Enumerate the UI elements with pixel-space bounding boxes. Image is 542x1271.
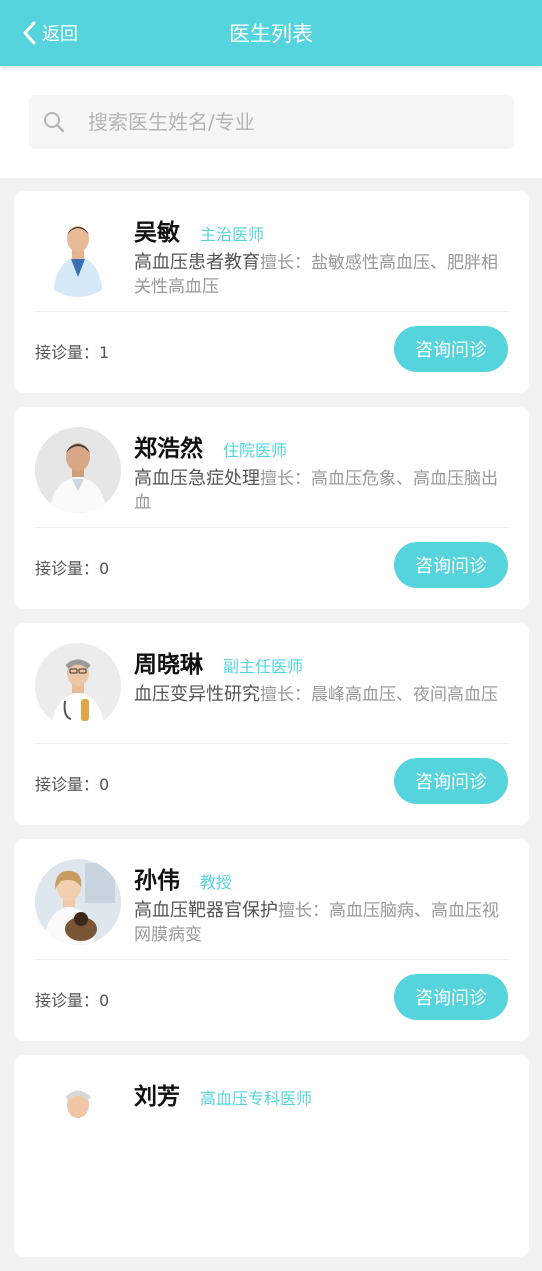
doctor-name-row: 吴敏 主治医师 — [134, 213, 264, 247]
divider — [35, 527, 509, 528]
header-bar: 返回 医生列表 — [0, 0, 542, 66]
consult-count: 接诊量：0 — [35, 559, 110, 578]
doctor-specialty: 血压变异性研究 — [134, 684, 260, 705]
avatar — [35, 211, 121, 297]
divider — [35, 959, 509, 960]
avatar — [35, 1075, 121, 1161]
avatar — [35, 427, 121, 513]
doctor-specialty: 高血压患者教育 — [134, 252, 260, 273]
doctor-description: 高血压患者教育擅长：盐敏感性高血压、肥胖相关性高血压 — [134, 251, 512, 299]
doctor-photo-icon — [35, 643, 121, 729]
search-input[interactable] — [86, 109, 490, 135]
doctor-card[interactable]: 吴敏 主治医师 高血压患者教育擅长：盐敏感性高血压、肥胖相关性高血压 接诊量：1 … — [14, 191, 529, 393]
doctor-description: 血压变异性研究擅长：晨峰高血压、夜间高血压 — [134, 683, 512, 707]
doctor-rank: 住院医师 — [223, 441, 288, 460]
search-icon — [44, 112, 65, 133]
consult-count: 接诊量：1 — [35, 343, 110, 362]
doctor-rank: 副主任医师 — [223, 657, 304, 676]
doctor-photo-icon — [35, 211, 121, 297]
consult-button[interactable]: 咨询问诊 — [394, 974, 508, 1020]
consult-count: 接诊量：0 — [35, 991, 110, 1010]
doctor-specialty: 高血压急症处理 — [134, 468, 260, 489]
doctor-name-row: 孙伟 教授 — [134, 861, 232, 895]
consult-count: 接诊量：0 — [35, 775, 110, 794]
doctor-description: 高血压急症处理擅长：高血压危象、高血压脑出血 — [134, 467, 512, 515]
doctor-description: 高血压靶器官保护擅长：高血压脑病、高血压视网膜病变 — [134, 899, 512, 947]
doctor-card[interactable]: 郑浩然 住院医师 高血压急症处理擅长：高血压危象、高血压脑出血 接诊量：0 咨询问… — [14, 407, 529, 609]
divider — [35, 311, 509, 312]
doctor-photo-icon — [35, 1075, 121, 1161]
doctor-name-row: 刘芳 高血压专科医师 — [134, 1077, 312, 1111]
doctor-name-row: 周晓琳 副主任医师 — [134, 645, 303, 679]
doctor-rank: 高血压专科医师 — [200, 1089, 313, 1108]
doctor-photo-icon — [35, 859, 121, 945]
doctor-card[interactable]: 刘芳 高血压专科医师 — [14, 1055, 529, 1257]
avatar — [35, 643, 121, 729]
doctor-name: 周晓琳 — [134, 652, 203, 678]
search-section — [0, 66, 542, 178]
doctor-name: 郑浩然 — [134, 436, 203, 462]
doctor-name: 吴敏 — [134, 220, 180, 246]
consult-button[interactable]: 咨询问诊 — [394, 542, 508, 588]
doctor-name: 孙伟 — [134, 868, 180, 894]
consult-button[interactable]: 咨询问诊 — [394, 326, 508, 372]
search-box[interactable] — [29, 95, 514, 149]
doctor-expertise: 擅长：晨峰高血压、夜间高血压 — [260, 685, 498, 705]
divider — [35, 743, 509, 744]
page-title: 医生列表 — [229, 22, 313, 46]
doctor-specialty: 高血压靶器官保护 — [134, 900, 278, 921]
consult-button[interactable]: 咨询问诊 — [394, 758, 508, 804]
doctor-card[interactable]: 周晓琳 副主任医师 血压变异性研究擅长：晨峰高血压、夜间高血压 接诊量：0 咨询问… — [14, 623, 529, 825]
doctor-name: 刘芳 — [134, 1084, 180, 1110]
doctor-rank: 教授 — [200, 873, 233, 892]
doctor-list: 吴敏 主治医师 高血压患者教育擅长：盐敏感性高血压、肥胖相关性高血压 接诊量：1 … — [14, 191, 529, 1271]
doctor-card[interactable]: 孙伟 教授 高血压靶器官保护擅长：高血压脑病、高血压视网膜病变 接诊量：0 咨询问… — [14, 839, 529, 1041]
doctor-photo-icon — [35, 427, 121, 513]
doctor-rank: 主治医师 — [200, 225, 265, 244]
avatar — [35, 859, 121, 945]
doctor-name-row: 郑浩然 住院医师 — [134, 429, 287, 463]
